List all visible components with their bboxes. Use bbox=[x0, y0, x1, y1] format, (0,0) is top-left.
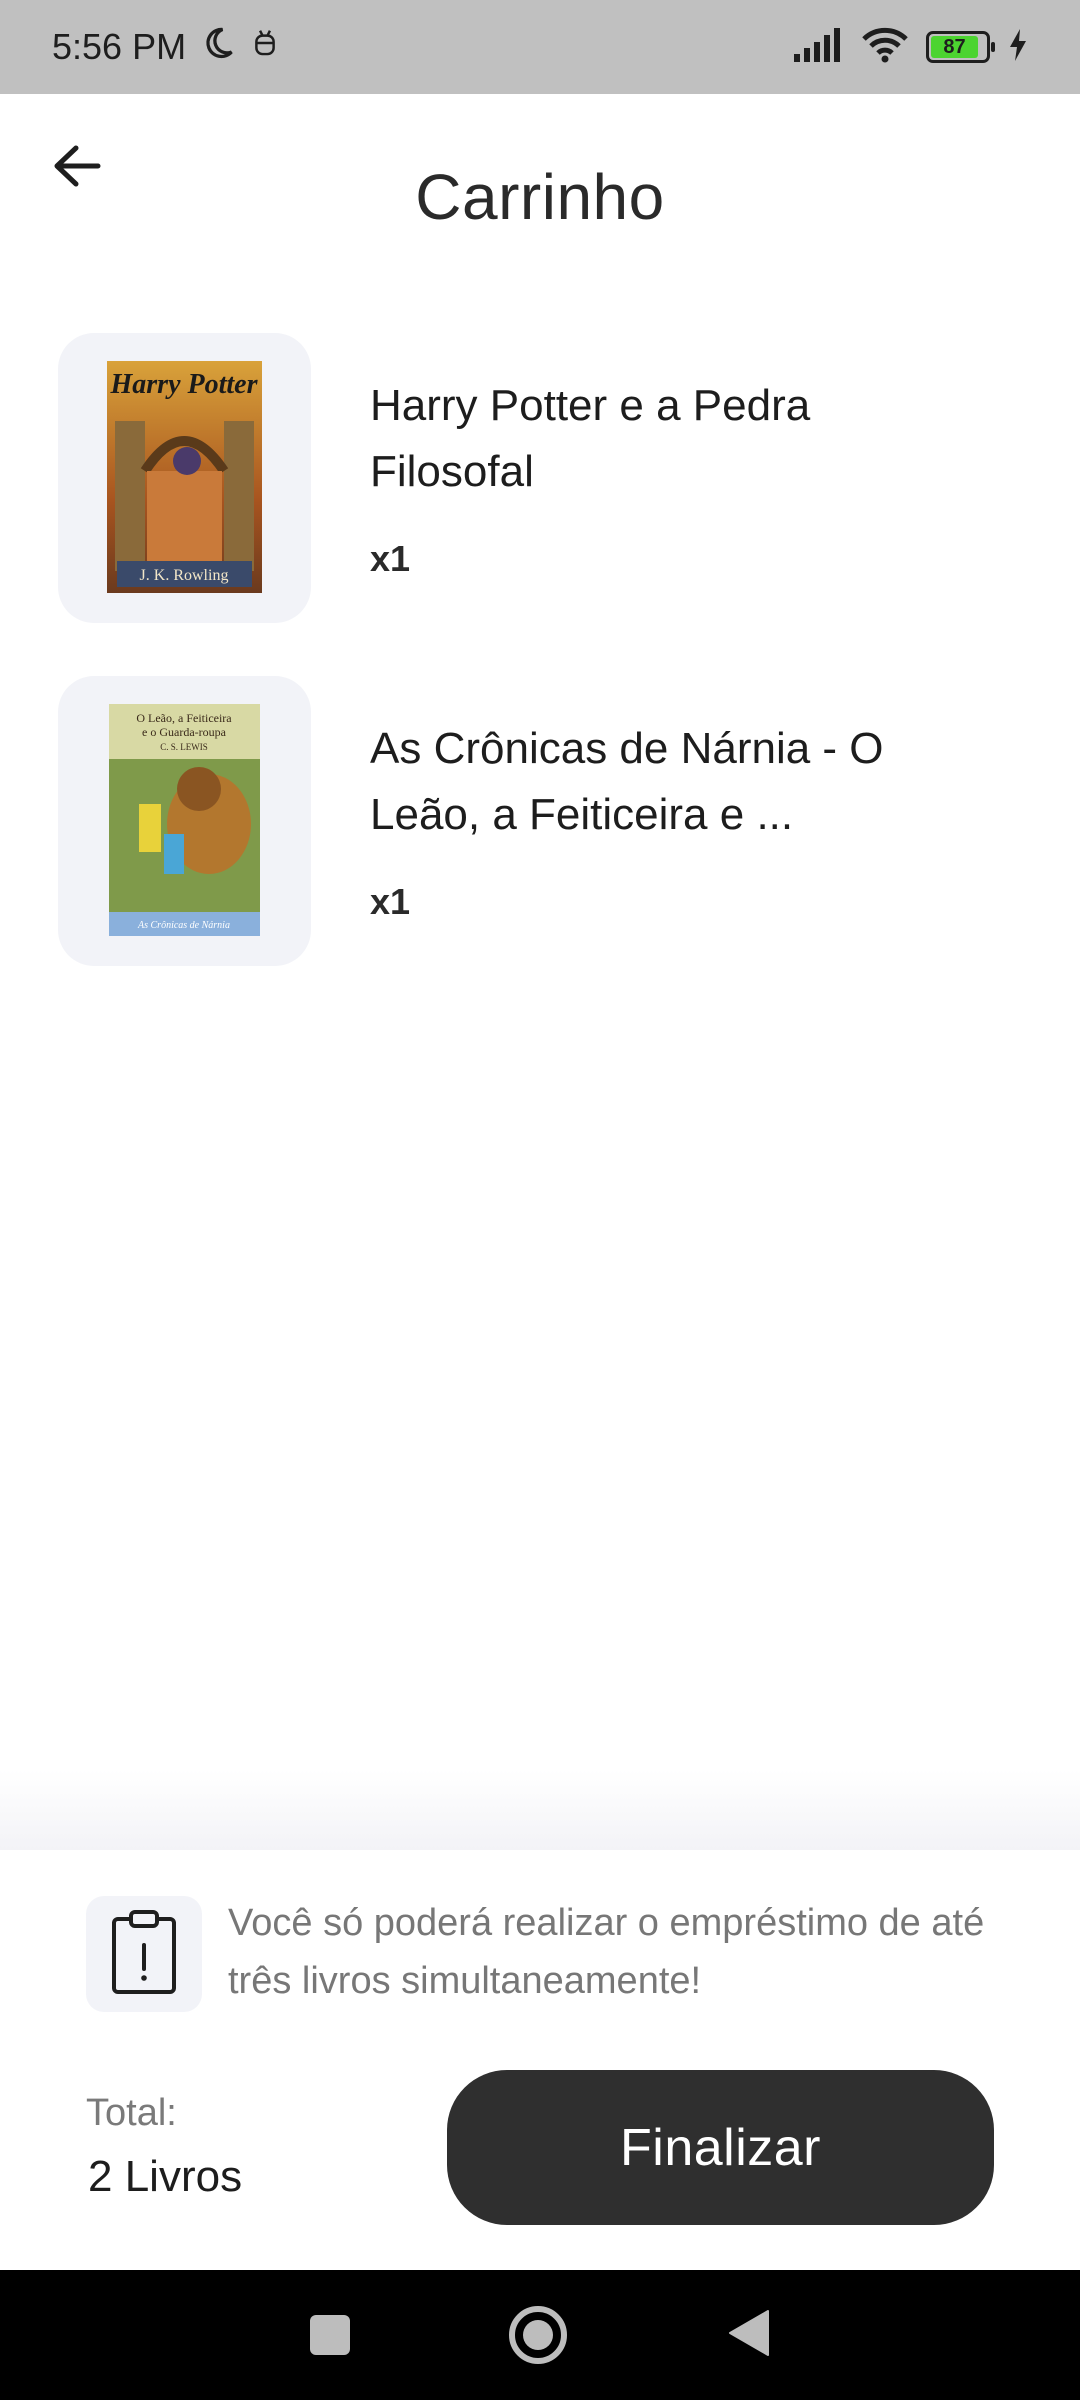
item-title: As Crônicas de Nárnia - O Leão, a Feitic… bbox=[370, 724, 884, 839]
book-cover-card: Harry Potter J. K. Rowling bbox=[58, 333, 311, 623]
battery-icon: 87 bbox=[926, 31, 995, 63]
battery-level: 87 bbox=[931, 36, 978, 58]
svg-text:e o Guarda-roupa: e o Guarda-roupa bbox=[142, 725, 227, 739]
svg-text:O Leão, a Feiticeira: O Leão, a Feiticeira bbox=[136, 711, 232, 725]
item-title: Harry Potter e a Pedra Filosofal bbox=[370, 381, 811, 496]
cover-author: C. S. LEWIS bbox=[160, 742, 208, 752]
status-bar: 5:56 PM 87 bbox=[0, 0, 1080, 94]
cover-title: Harry Potter bbox=[110, 369, 259, 400]
status-bar-right: 87 bbox=[794, 27, 1028, 68]
book-cover-image: Harry Potter J. K. Rowling bbox=[107, 361, 262, 593]
cover-author: J. K. Rowling bbox=[140, 567, 229, 584]
home-dot bbox=[522, 2320, 553, 2350]
signal-icon bbox=[794, 27, 844, 67]
back-nav-button[interactable] bbox=[726, 2309, 770, 2362]
wifi-icon bbox=[862, 27, 908, 68]
book-cover-card: O Leão, a Feiticeira e o Guarda-roupa C.… bbox=[58, 676, 311, 966]
home-button[interactable] bbox=[508, 2306, 567, 2364]
clipboard-alert-icon bbox=[111, 1909, 177, 2000]
cover-series: As Crônicas de Nárnia bbox=[137, 920, 230, 931]
notice-text: Você só poderá realizar o empréstimo de … bbox=[228, 1902, 985, 2002]
bottom-panel-shadow bbox=[0, 1770, 1080, 1850]
charging-icon bbox=[1008, 28, 1028, 66]
finalize-button[interactable]: Finalizar bbox=[447, 2070, 994, 2225]
book-cover-image: O Leão, a Feiticeira e o Guarda-roupa C.… bbox=[109, 704, 260, 936]
cart-item[interactable]: Harry Potter J. K. Rowling Harry Potter … bbox=[58, 333, 1018, 623]
item-quantity: x1 bbox=[370, 881, 411, 922]
notice-icon-box bbox=[86, 1896, 202, 2012]
moon-icon bbox=[200, 25, 236, 70]
status-time: 5:56 PM bbox=[52, 26, 187, 67]
total-label: Total: bbox=[86, 2092, 177, 2134]
recent-apps-button[interactable] bbox=[309, 2315, 350, 2355]
total-value: 2 Livros bbox=[88, 2152, 243, 2201]
cart-item[interactable]: O Leão, a Feiticeira e o Guarda-roupa C.… bbox=[58, 676, 1018, 966]
status-bar-left: 5:56 PM bbox=[52, 25, 280, 70]
android-debug-icon bbox=[250, 26, 280, 68]
item-quantity: x1 bbox=[370, 538, 411, 579]
page-title: Carrinho bbox=[415, 161, 665, 233]
system-nav-bar bbox=[0, 2270, 1080, 2400]
